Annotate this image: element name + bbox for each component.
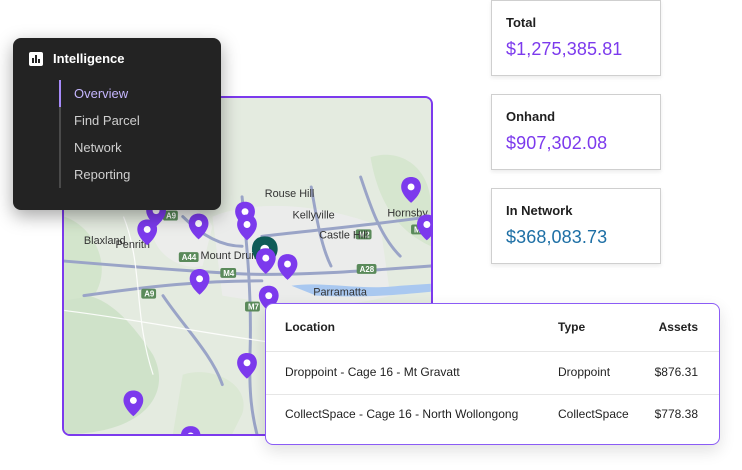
menu-item-network[interactable]: Network	[59, 134, 140, 161]
menu-list: Overview Find Parcel Network Reporting	[59, 80, 140, 188]
assets-table: Location Type Assets Droppoint - Cage 16…	[265, 303, 720, 445]
stat-card-in-network: In Network $368,083.73	[491, 188, 661, 264]
svg-text:A28: A28	[360, 265, 375, 274]
bar-chart-icon	[29, 51, 43, 66]
stat-label: Total	[506, 15, 537, 30]
stat-label: In Network	[506, 203, 573, 218]
svg-text:A44: A44	[182, 253, 197, 262]
divider	[266, 351, 719, 352]
menu-item-overview[interactable]: Overview	[59, 80, 140, 107]
stat-card-total: Total $1,275,385.81	[491, 0, 661, 76]
place-label: Mount Druitt	[201, 250, 260, 262]
cell-type: CollectSpace	[558, 407, 629, 421]
svg-text:A9: A9	[166, 212, 177, 221]
place-label: Rouse Hill	[265, 188, 315, 200]
stat-value: $368,083.73	[506, 227, 608, 247]
menu-title: Intelligence	[53, 51, 125, 66]
place-label: Parramatta	[313, 287, 368, 299]
cell-assets: $876.31	[654, 365, 698, 379]
svg-text:M4: M4	[223, 269, 235, 278]
place-label: Kellyville	[292, 210, 334, 222]
menu-header[interactable]: Intelligence	[29, 51, 125, 66]
dashboard: A9 A44 M4 M2 A28 M7 M1 A9 Rouse Hill Kel…	[0, 0, 742, 470]
menu-item-find-parcel[interactable]: Find Parcel	[59, 107, 140, 134]
stat-card-onhand: Onhand $907,302.08	[491, 94, 661, 170]
stat-label: Onhand	[506, 109, 556, 124]
cell-location: CollectSpace - Cage 16 - North Wollongon…	[285, 407, 519, 421]
divider	[266, 394, 719, 395]
menu-item-reporting[interactable]: Reporting	[59, 161, 140, 188]
cell-assets: $778.38	[654, 407, 698, 421]
svg-text:M7: M7	[248, 302, 260, 311]
column-header-type[interactable]: Type	[558, 320, 585, 334]
column-header-location[interactable]: Location	[285, 320, 335, 334]
svg-text:A9: A9	[144, 290, 155, 299]
intelligence-menu: Intelligence Overview Find Parcel Networ…	[13, 38, 221, 210]
stat-value: $907,302.08	[506, 133, 608, 153]
cell-type: Droppoint	[558, 365, 611, 379]
stat-value: $1,275,385.81	[506, 39, 623, 59]
column-header-assets[interactable]: Assets	[659, 320, 698, 334]
place-label: Castle Hill	[319, 229, 368, 241]
cell-location: Droppoint - Cage 16 - Mt Gravatt	[285, 365, 460, 379]
